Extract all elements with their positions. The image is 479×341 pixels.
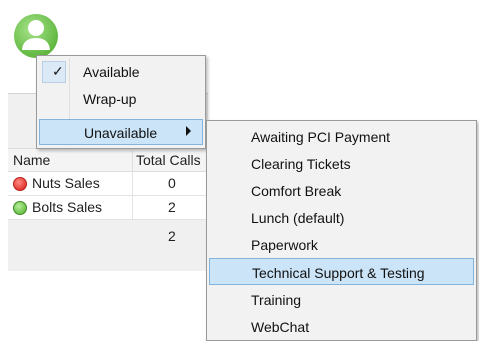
submenu-item-label: Technical Support & Testing — [252, 265, 425, 281]
status-unavailable-icon — [13, 177, 27, 191]
submenu-item-comfort-break[interactable]: Comfort Break — [209, 177, 474, 204]
column-header-name[interactable]: Name — [13, 152, 50, 168]
table-header: Name Total Calls — [8, 148, 208, 172]
queue-name: Nuts Sales — [32, 175, 100, 191]
status-menu: ✓ Available Wrap-up Unavailable — [36, 55, 206, 149]
unavailable-submenu: Awaiting PCI Payment Clearing Tickets Co… — [206, 120, 477, 341]
submenu-item-paperwork[interactable]: Paperwork — [209, 231, 474, 258]
checked-indicator: ✓ — [42, 61, 66, 83]
submenu-item-lunch[interactable]: Lunch (default) — [209, 204, 474, 231]
submenu-item-webchat[interactable]: WebChat — [209, 313, 474, 340]
submenu-item-label: WebChat — [251, 319, 310, 335]
submenu-item-label: Awaiting PCI Payment — [251, 129, 391, 145]
submenu-item-clearing-tickets[interactable]: Clearing Tickets — [209, 150, 474, 177]
column-header-total-calls[interactable]: Total Calls — [136, 152, 201, 168]
submenu-item-training[interactable]: Training — [209, 286, 474, 313]
submenu-item-awaiting-pci-payment[interactable]: Awaiting PCI Payment — [209, 123, 474, 150]
table-total-row: 2 — [8, 222, 208, 248]
menu-item-label: Available — [83, 64, 140, 80]
queue-total-calls: 0 — [168, 175, 176, 191]
submenu-item-label: Lunch (default) — [251, 210, 345, 226]
submenu-item-label: Comfort Break — [251, 183, 342, 199]
queue-name: Bolts Sales — [32, 199, 103, 215]
menu-item-unavailable[interactable]: Unavailable — [39, 119, 203, 145]
submenu-item-label: Clearing Tickets — [251, 156, 351, 172]
total-calls-sum: 2 — [168, 228, 176, 244]
column-divider[interactable] — [132, 151, 133, 171]
menu-item-label: Wrap-up — [83, 91, 137, 107]
checkmark-icon: ✓ — [52, 63, 64, 79]
submenu-item-label: Training — [251, 292, 302, 308]
menu-item-wrap-up[interactable]: Wrap-up — [39, 86, 203, 112]
menu-item-label: Unavailable — [84, 125, 158, 141]
submenu-item-technical-support-testing[interactable]: Technical Support & Testing — [209, 258, 474, 285]
app-root: Name Total Calls Nuts Sales 0 Bolts Sale… — [0, 0, 479, 341]
table-row[interactable]: Bolts Sales 2 — [8, 196, 208, 220]
menu-item-available[interactable]: ✓ Available — [39, 59, 203, 85]
table-row[interactable]: Nuts Sales 0 — [8, 172, 208, 196]
submenu-arrow-icon — [186, 126, 191, 136]
status-available-icon — [13, 201, 27, 215]
queue-total-calls: 2 — [168, 199, 176, 215]
submenu-item-label: Paperwork — [251, 237, 318, 253]
